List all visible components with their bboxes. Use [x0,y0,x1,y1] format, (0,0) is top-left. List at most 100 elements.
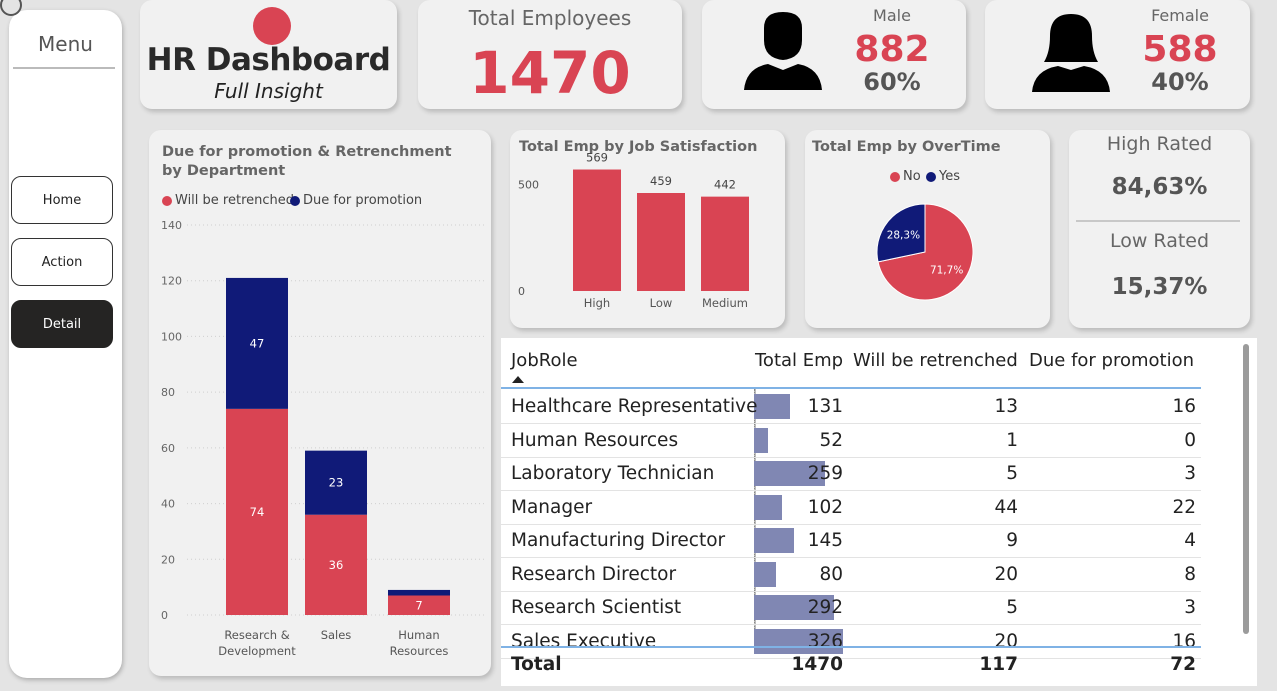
total-emp-cell: 52 [819,429,843,451]
retrenched-cell: 5 [1006,597,1018,618]
data-label: 74 [250,505,265,519]
total-emp-cell: 326 [807,630,843,652]
male-percent: 60% [863,68,921,96]
data-label: 23 [329,476,344,490]
promotion-cell: 3 [1184,463,1196,484]
brand-title: HR Dashboard [146,42,391,78]
promotion-cell: 3 [1184,597,1196,618]
job-satisfaction-bar-chart: 0 500 569 High 459 Low 442 Medium [518,151,749,310]
bar-segment[interactable] [388,589,450,596]
total-divider [501,646,1201,648]
department-bar-chart: 0 20 40 60 80 100 120 140 74 47 Research & Developm… [161,219,484,658]
x-tick-label: Low [650,296,673,310]
retrenched-cell: 20 [994,563,1018,585]
column-header-due-for-promotion[interactable]: Due for promotion [1029,350,1194,371]
total-emp-sum: 1470 [791,654,844,675]
data-label: 569 [586,151,608,165]
brand-card: HR Dashboard Full Insight [140,0,397,109]
data-label: 47 [250,336,265,350]
menu-title: Menu [38,32,93,56]
y-tick-label: 40 [161,498,175,511]
y-tick-label: 100 [161,330,182,343]
brand-subtitle: Full Insight [214,79,323,103]
promotion-retrenchment-chart-card: Due for promotion & Retrenchment by Depa… [149,130,491,676]
table-row[interactable]: Human Resources 52 1 0 [501,424,1201,458]
x-tick-label: Sales [321,628,352,642]
total-emp-databar [754,561,776,587]
table-row[interactable]: Research Scientist 292 5 3 [501,591,1201,625]
total-emp-cell: 131 [807,396,843,417]
male-count: 882 [854,29,930,70]
total-emp-cell: 145 [807,530,843,551]
menu-divider [13,67,115,69]
retrenched-cell: 44 [994,496,1018,518]
bar[interactable] [701,196,749,291]
promotion-cell: 16 [1172,630,1196,652]
y-tick-label: 20 [161,553,175,566]
bar[interactable] [573,169,621,291]
total-employees-label: Total Employees [468,6,632,30]
column-header-total-emp[interactable]: Total Emp [755,350,843,371]
female-card: Female 588 40% [985,0,1250,109]
female-person-icon [1032,14,1110,92]
column-header-will-be-retrenched[interactable]: Will be retrenched [853,350,1018,371]
total-retrenched-sum: 117 [979,654,1018,675]
sort-ascending-icon[interactable] [512,376,524,383]
bar[interactable] [637,193,685,291]
retrenched-cell: 5 [1006,463,1018,484]
jobrole-table: JobRole Total Emp Will be retrenched Due… [501,338,1257,686]
x-tick-label: Development [218,644,296,658]
y-tick-label: 140 [161,219,182,232]
data-label: 459 [650,174,672,188]
nav-detail-button[interactable]: Detail [11,300,113,348]
y-tick-label: 60 [161,442,175,455]
male-person-icon [744,12,822,90]
column-header-jobrole[interactable]: JobRole [511,350,578,371]
table-row[interactable]: Laboratory Technician 259 5 3 [501,457,1201,491]
promotion-cell: 16 [1172,396,1196,417]
retrenched-cell: 9 [1006,530,1018,551]
female-percent: 40% [1151,68,1209,96]
promotion-cell: 22 [1172,496,1196,518]
x-tick-label: High [584,296,610,310]
table-row[interactable]: Healthcare Representative 131 13 16 [501,390,1201,424]
total-emp-databar [754,427,769,453]
total-label: Total [511,654,562,675]
table-row[interactable]: Research Director 80 20 8 [501,558,1201,592]
high-rated-value: 84,63% [1111,174,1208,200]
total-employees-value: 1470 [469,39,631,107]
x-tick-label: Human [398,628,439,642]
sidebar-menu: Menu Home Action Detail [9,10,122,678]
low-rated-label: Low Rated [1109,230,1210,252]
table-row[interactable]: Manufacturing Director 145 9 4 [501,524,1201,558]
slice-label: 71,7% [930,265,963,277]
total-emp-databar [754,494,782,520]
total-emp-databar [754,528,794,553]
y-tick-label: 0 [518,285,525,298]
overtime-chart-card: Total Emp by OverTime No Yes 71,7% 28,3% [805,130,1050,328]
total-emp-cell: 259 [807,463,843,484]
jobrole-cell: Sales Executive [511,630,657,652]
table-scrollbar[interactable] [1243,344,1249,634]
female-label: Female [1151,6,1209,25]
jobrole-cell: Manager [511,496,593,518]
data-label: 36 [329,558,344,572]
data-label: 442 [714,178,736,192]
total-emp-cell: 292 [807,597,843,618]
jobrole-cell: Research Scientist [511,597,682,618]
data-label: 7 [415,598,422,612]
slice-label: 28,3% [887,229,920,241]
x-tick-label: Medium [702,296,748,310]
nav-action-button[interactable]: Action [11,238,113,286]
jobrole-cell: Human Resources [511,429,679,451]
jobrole-cell: Manufacturing Director [511,530,726,551]
total-emp-cell: 80 [819,563,843,585]
table-row[interactable]: Manager 102 44 22 [501,491,1201,525]
table-row[interactable]: Sales Executive 326 20 16 [501,625,1201,659]
job-satisfaction-chart-card: Total Emp by Job Satisfaction 0 500 569 Hig… [510,130,785,328]
y-tick-label: 0 [161,609,168,622]
y-tick-label: 120 [161,275,182,288]
nav-home-button[interactable]: Home [11,176,113,224]
total-emp-cell: 102 [807,496,843,518]
logo-dot-icon [253,7,291,45]
